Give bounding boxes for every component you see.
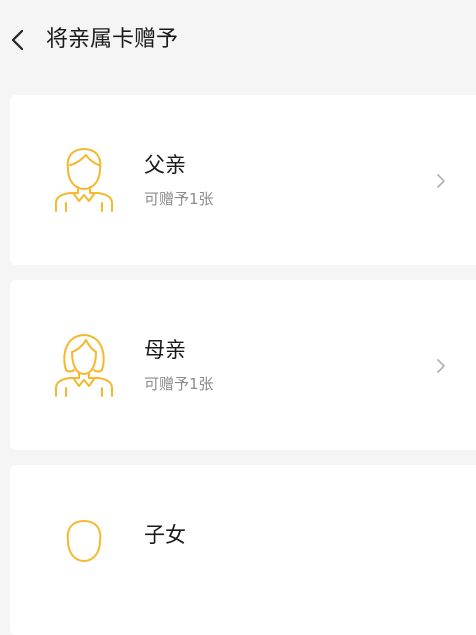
female-avatar-icon	[55, 334, 113, 397]
chevron-left-icon	[11, 29, 24, 51]
top-bar: 将亲属卡赠予	[0, 0, 476, 82]
relative-card-father[interactable]: 父亲 可赠予1张	[10, 95, 476, 265]
child-avatar-icon	[66, 520, 102, 562]
gift-quota: 可赠予1张	[144, 190, 214, 208]
gift-quota: 可赠予1张	[144, 375, 214, 393]
relative-name: 父亲	[144, 153, 186, 177]
back-button[interactable]	[2, 24, 34, 56]
relative-name: 子女	[144, 523, 186, 547]
relative-card-child[interactable]: 子女	[10, 465, 476, 635]
relative-name: 母亲	[144, 338, 186, 362]
relative-card-mother[interactable]: 母亲 可赠予1张	[10, 280, 476, 450]
chevron-right-icon	[437, 359, 445, 373]
male-avatar-icon	[55, 148, 113, 212]
chevron-right-icon	[437, 174, 445, 188]
page-title: 将亲属卡赠予	[46, 27, 179, 52]
